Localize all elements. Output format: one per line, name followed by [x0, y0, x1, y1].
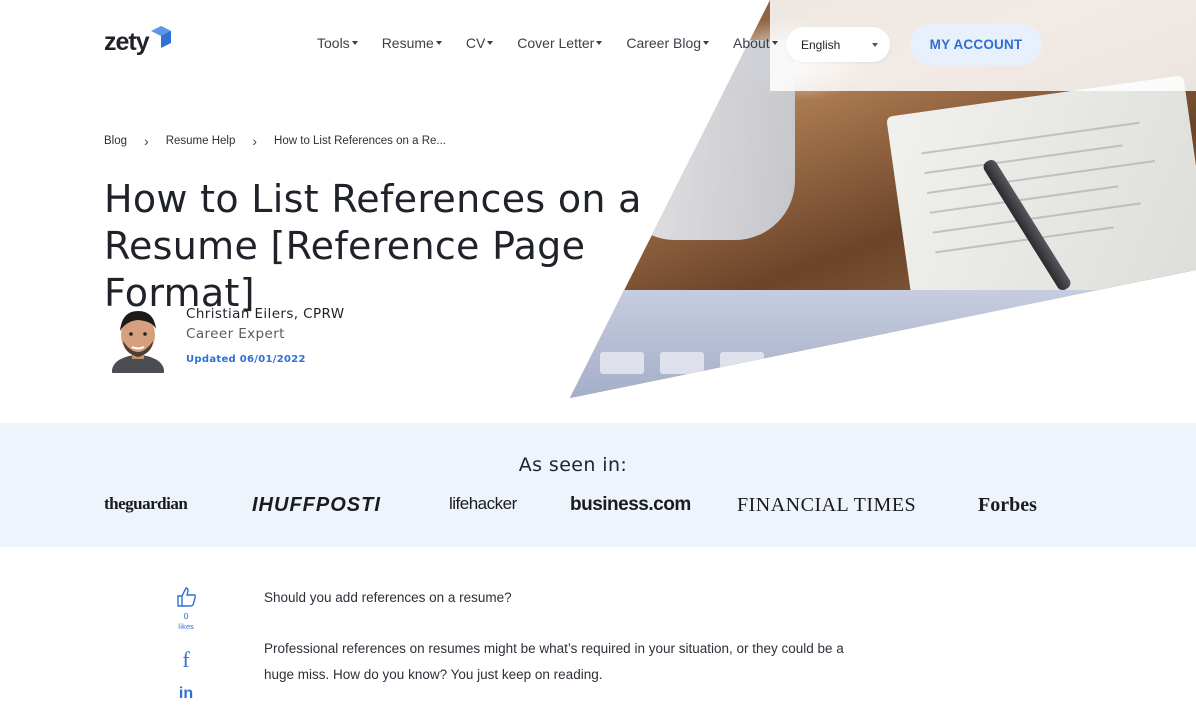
- likes-count: 0: [183, 612, 189, 621]
- guardian-logo: theguardian: [104, 494, 188, 513]
- zety-logo[interactable]: zety: [104, 25, 171, 57]
- page-title: How to List References on a Resume [Refe…: [104, 177, 642, 315]
- nav-label: Cover Letter: [517, 35, 595, 51]
- forbes-logo: Forbes: [978, 494, 1037, 516]
- article-paragraph: Should you add references on a resume?: [264, 590, 512, 605]
- language-select[interactable]: English: [786, 27, 890, 62]
- author-name[interactable]: Christian Eilers, CPRW: [186, 306, 345, 322]
- logo-text: zety: [104, 28, 150, 56]
- hero-key: [720, 352, 764, 374]
- huffpost-logo: IHUFFPOSTI: [252, 494, 381, 516]
- breadcrumb-resume-help[interactable]: Resume Help: [166, 135, 236, 147]
- nav-label: Resume: [381, 35, 434, 51]
- thumbs-up-icon[interactable]: [175, 586, 197, 608]
- as-seen-in-title: As seen in:: [518, 454, 628, 476]
- caret-down-icon: [771, 41, 778, 45]
- nav-label: CV: [465, 35, 486, 51]
- nav-label: Tools: [317, 35, 350, 51]
- updated-date: Updated 06/01/2022: [186, 354, 306, 365]
- author-avatar: [112, 311, 164, 373]
- chevron-right-icon: ›: [252, 133, 258, 149]
- breadcrumb: Blog › Resume Help › How to List Referen…: [104, 133, 446, 149]
- caret-down-icon: [351, 41, 358, 45]
- main-nav: Tools Resume CV Cover Letter Career Blog…: [317, 35, 802, 51]
- facebook-icon[interactable]: f: [182, 647, 189, 673]
- business-com-logo: business.com: [570, 494, 691, 515]
- share-column: 0 likes f in: [172, 586, 200, 703]
- likes-label: likes: [178, 623, 194, 631]
- lifehacker-logo: lifehacker: [449, 494, 517, 513]
- breadcrumb-blog[interactable]: Blog: [104, 135, 127, 147]
- chevron-right-icon: ›: [144, 133, 149, 149]
- nav-cv[interactable]: CV: [465, 35, 494, 51]
- breadcrumb-current: How to List References on a Re...: [274, 135, 446, 147]
- nav-label: Career Blog: [626, 35, 702, 51]
- language-value: English: [801, 37, 841, 52]
- article-paragraph: Professional references on resumes might…: [264, 641, 844, 682]
- as-seen-in-band: [0, 423, 1196, 547]
- caret-down-icon: [703, 41, 710, 45]
- logo-cube-icon: [150, 25, 171, 48]
- nav-label: About: [733, 35, 770, 51]
- linkedin-icon[interactable]: in: [179, 685, 193, 703]
- nav-cover-letter[interactable]: Cover Letter: [517, 35, 603, 51]
- nav-tools[interactable]: Tools: [317, 35, 358, 51]
- caret-down-icon: [596, 41, 603, 45]
- chevron-down-icon: [872, 42, 878, 47]
- hero-key: [660, 352, 704, 374]
- caret-down-icon: [435, 41, 442, 45]
- nav-resume[interactable]: Resume: [382, 35, 442, 51]
- my-account-button[interactable]: MY ACCOUNT: [910, 24, 1042, 65]
- nav-about[interactable]: About: [733, 35, 778, 51]
- author-role: Career Expert: [186, 326, 285, 342]
- nav-career-blog[interactable]: Career Blog: [626, 35, 710, 51]
- caret-down-icon: [487, 41, 494, 45]
- financial-times-logo: FINANCIAL TIMES: [737, 494, 917, 516]
- hero-key: [600, 352, 644, 374]
